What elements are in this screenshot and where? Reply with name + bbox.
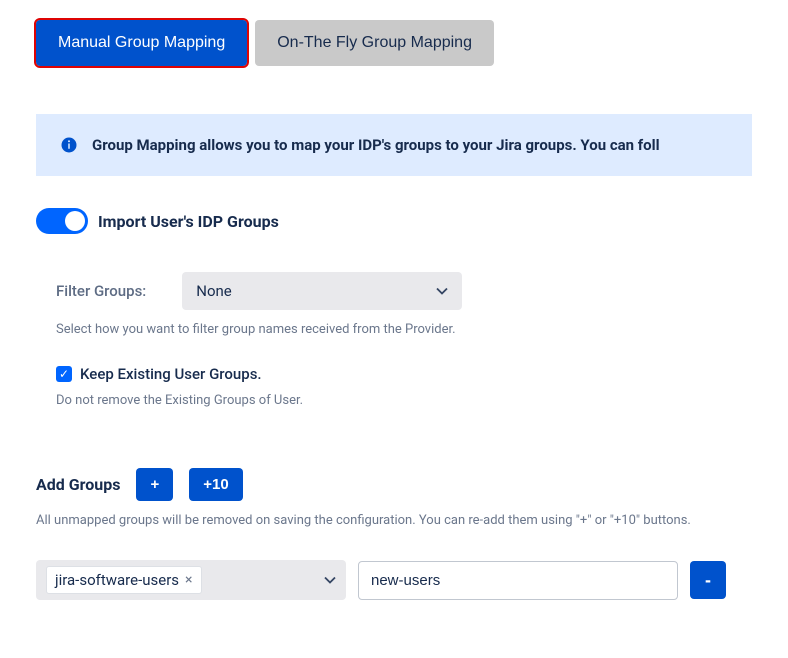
import-idp-groups-label: Import User's IDP Groups xyxy=(98,212,279,231)
keep-existing-groups-help: Do not remove the Existing Groups of Use… xyxy=(56,393,752,408)
checkmark-icon: ✓ xyxy=(59,368,69,380)
filter-groups-select[interactable]: None xyxy=(182,272,462,310)
mapping-row: jira-software-users × - xyxy=(36,560,752,600)
info-banner-text: Group Mapping allows you to map your IDP… xyxy=(92,136,660,154)
remove-mapping-button[interactable]: - xyxy=(690,561,726,599)
keep-existing-groups-checkbox[interactable]: ✓ xyxy=(56,366,72,382)
tab-manual-group-mapping[interactable]: Manual Group Mapping xyxy=(36,20,247,66)
filter-groups-selected: None xyxy=(196,282,232,300)
add-ten-groups-button[interactable]: +10 xyxy=(189,468,242,501)
chevron-down-icon xyxy=(436,287,448,295)
filter-groups-label: Filter Groups: xyxy=(56,282,146,300)
info-banner: Group Mapping allows you to map your IDP… xyxy=(36,114,752,176)
remove-tag-icon[interactable]: × xyxy=(185,572,192,588)
toggle-knob xyxy=(65,211,85,231)
filter-groups-help: Select how you want to filter group name… xyxy=(56,322,752,337)
import-idp-groups-toggle[interactable] xyxy=(36,208,88,234)
keep-existing-groups-label: Keep Existing User Groups. xyxy=(80,365,262,383)
add-one-group-button[interactable]: + xyxy=(136,468,173,501)
idp-group-input[interactable] xyxy=(358,561,678,600)
tab-on-the-fly-group-mapping[interactable]: On-The Fly Group Mapping xyxy=(255,20,494,66)
jira-group-select[interactable]: jira-software-users × xyxy=(36,560,346,600)
add-groups-help: All unmapped groups will be removed on s… xyxy=(36,513,752,528)
add-groups-label: Add Groups xyxy=(36,475,120,494)
info-icon xyxy=(60,136,78,154)
selected-group-tag-label: jira-software-users xyxy=(55,571,179,589)
selected-group-tag: jira-software-users × xyxy=(46,566,202,594)
chevron-down-icon xyxy=(324,576,336,584)
